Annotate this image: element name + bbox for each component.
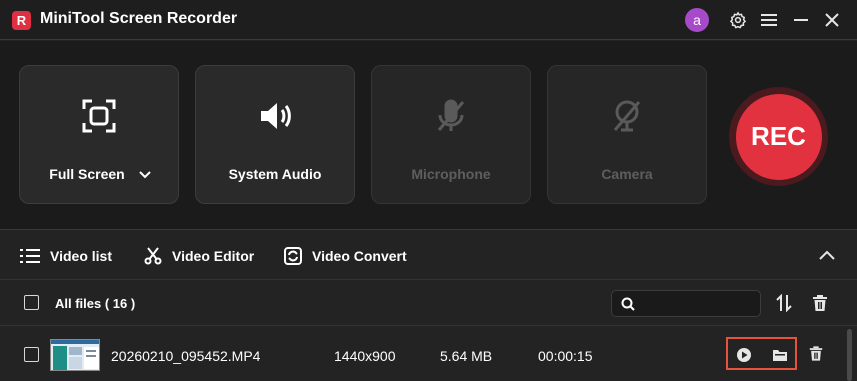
folder-icon[interactable] — [771, 346, 789, 364]
function-tabs: Video list Video Editor Video Convert — [0, 229, 857, 280]
search-icon — [621, 297, 635, 311]
tab-video-list-label: Video list — [50, 248, 112, 264]
tab-video-list[interactable]: Video list — [20, 245, 112, 267]
file-row[interactable]: 20260210_095452.MP4 1440x900 5.64 MB 00:… — [0, 327, 845, 381]
file-name: 20260210_095452.MP4 — [111, 348, 261, 364]
file-resolution: 1440x900 — [334, 348, 396, 364]
microphone-off-icon — [372, 98, 530, 138]
video-thumbnail — [50, 339, 100, 371]
record-button-label: REC — [735, 93, 822, 180]
vertical-scrollbar[interactable] — [846, 327, 853, 381]
file-size: 5.64 MB — [440, 348, 493, 364]
recording-sources: Full Screen System Audio Microphone Came… — [0, 41, 857, 229]
full-screen-card[interactable]: Full Screen — [19, 65, 179, 204]
microphone-card[interactable]: Microphone — [371, 65, 531, 204]
app-logo: R — [12, 11, 31, 30]
camera-card[interactable]: Camera — [547, 65, 707, 204]
microphone-label: Microphone — [411, 166, 491, 182]
close-icon[interactable] — [820, 8, 844, 32]
record-button[interactable]: REC — [729, 87, 828, 186]
system-audio-label: System Audio — [228, 166, 322, 182]
delete-all-icon[interactable] — [811, 294, 829, 317]
file-row-checkbox[interactable] — [24, 347, 39, 362]
all-files-label: All files ( 16 ) — [55, 296, 136, 311]
tab-video-convert-label: Video Convert — [312, 248, 407, 264]
select-all-checkbox[interactable] — [24, 295, 39, 310]
search-input[interactable] — [642, 294, 754, 313]
file-duration: 00:00:15 — [538, 348, 593, 364]
convert-icon — [284, 247, 302, 265]
chevron-down-icon[interactable] — [138, 167, 152, 185]
file-list-header: All files ( 16 ) — [0, 280, 857, 326]
app-title: MiniTool Screen Recorder — [40, 10, 238, 27]
tab-video-editor-label: Video Editor — [172, 248, 255, 264]
chevron-up-icon[interactable] — [818, 248, 836, 266]
title-bar: R MiniTool Screen Recorder a — [0, 0, 857, 40]
scrollbar-thumb[interactable] — [847, 329, 852, 381]
camera-label: Camera — [601, 166, 653, 182]
row-actions-highlight — [726, 337, 797, 370]
tab-video-convert[interactable]: Video Convert — [284, 245, 407, 267]
system-audio-card[interactable]: System Audio — [195, 65, 355, 204]
gear-icon[interactable] — [726, 8, 750, 32]
scissors-icon — [144, 247, 162, 265]
search-box[interactable] — [611, 290, 761, 317]
speaker-icon — [196, 98, 354, 138]
minimize-icon[interactable] — [789, 8, 813, 32]
delete-file-icon[interactable] — [808, 345, 824, 367]
sort-icon[interactable] — [775, 293, 793, 317]
list-icon — [20, 249, 40, 263]
user-avatar[interactable]: a — [685, 8, 709, 32]
fullscreen-icon — [20, 98, 178, 138]
menu-icon[interactable] — [757, 8, 781, 32]
play-icon[interactable] — [735, 346, 753, 364]
camera-off-icon — [548, 98, 706, 138]
tab-video-editor[interactable]: Video Editor — [144, 245, 254, 267]
